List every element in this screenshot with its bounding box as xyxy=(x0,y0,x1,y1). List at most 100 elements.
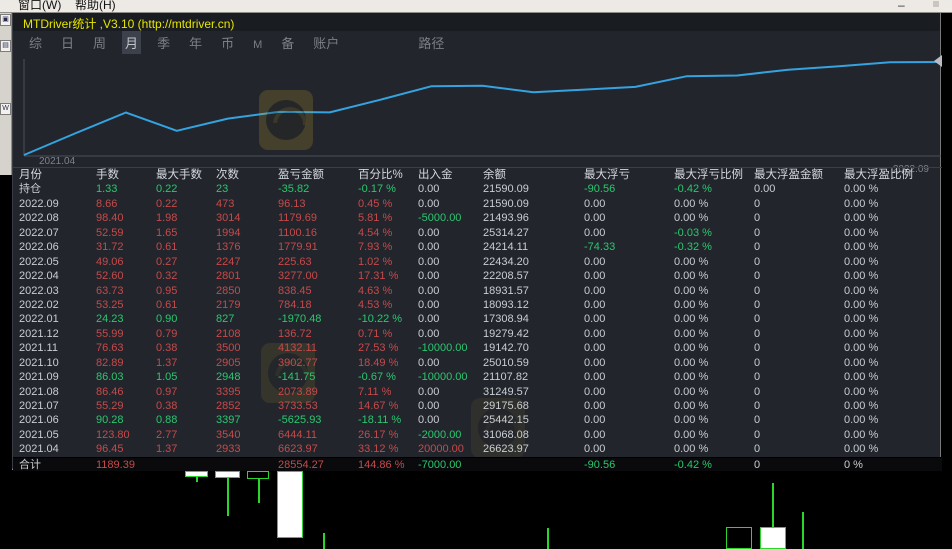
table-cell: 25010.59 xyxy=(483,356,529,369)
table-row[interactable]: 2021.06 90.28 0.88 3397 -5625.93 -18.11 % 0.00… xyxy=(13,413,942,427)
table-cell: 0.00 xyxy=(584,371,606,384)
table-cell: 1.05 xyxy=(156,371,178,384)
table-cell: 473 xyxy=(216,197,235,210)
table-cell: 0.00 xyxy=(418,241,440,254)
table-cell: 0.00 xyxy=(584,400,606,412)
window-control-icon[interactable] xyxy=(933,1,939,7)
table-cell: 24.23 xyxy=(96,313,124,326)
total-row[interactable]: 合计 1189.39 28554.27 144.86 % -7000.00 -90.56 -… xyxy=(13,456,942,472)
table-cell: 827 xyxy=(216,313,235,326)
tab-季[interactable]: 季 xyxy=(154,31,173,54)
tab-备[interactable]: 备 xyxy=(278,31,297,54)
table-cell: 2852 xyxy=(216,400,241,412)
table-cell: -90.56 xyxy=(584,458,616,471)
table-cell: 2022.07 xyxy=(19,226,59,239)
table-cell: -0.42 % xyxy=(674,458,712,471)
table-row[interactable]: 2022.01 24.23 0.90 827 -1970.48 -10.22 % 0.00 1… xyxy=(13,312,942,326)
table-cell: 0 xyxy=(754,284,761,297)
table-row[interactable]: 2021.09 86.03 1.05 2948 -141.75 -0.67 % -10000… xyxy=(13,370,942,384)
table-row[interactable]: 2022.09 8.66 0.22 473 96.13 0.45 % 0.00 21590.0… xyxy=(13,197,942,211)
table-row[interactable]: 2022.07 52.59 1.65 1994 1100.16 4.54 % 0.00 253… xyxy=(13,226,942,240)
table-row[interactable]: 2021.05 123.80 2.77 3540 6444.11 26.17 % -2000… xyxy=(13,428,942,442)
table-cell: 0.00 % xyxy=(674,414,709,427)
table-cell: 0.00 xyxy=(584,356,606,369)
table-cell: 784.18 xyxy=(278,298,312,311)
table-cell: 2948 xyxy=(216,371,241,384)
x-axis-label-start: 2021.04 xyxy=(39,156,76,167)
table-cell: 1779.91 xyxy=(278,241,318,254)
tab-综[interactable]: 综 xyxy=(26,31,45,54)
table-row[interactable]: 2022.08 98.40 1.98 3014 1179.69 5.81 % -5000.0… xyxy=(13,211,942,225)
menu-item-help[interactable]: 帮助(H) xyxy=(75,0,116,12)
table-row[interactable]: 2022.05 49.06 0.27 2247 225.63 1.02 % 0.00 2243… xyxy=(13,255,942,269)
table-row[interactable]: 2022.03 63.73 0.95 2850 838.45 4.63 % 0.00 1893… xyxy=(13,284,942,298)
candle-wick xyxy=(227,478,229,516)
table-cell: 0.00 xyxy=(418,356,440,369)
tab-周[interactable]: 周 xyxy=(90,31,109,54)
table-cell: 0.22 xyxy=(156,197,178,210)
table-cell: 1.37 xyxy=(156,443,178,456)
table-cell: 52.59 xyxy=(96,226,124,239)
header-cell: 最大浮亏比例 xyxy=(674,169,743,181)
tab-日[interactable]: 日 xyxy=(58,31,77,54)
table-row[interactable]: 持仓 1.33 0.22 23 -35.82 -0.17 % 0.00 21590.09 -90… xyxy=(13,182,942,196)
dock-icon[interactable]: ▤ xyxy=(0,40,11,52)
table-cell: 0.27 xyxy=(156,255,178,268)
menu-item-window[interactable]: 窗口(W) xyxy=(18,0,61,12)
path-label[interactable]: 路径 xyxy=(418,33,444,52)
table-cell: 2021.11 xyxy=(19,342,58,355)
table-cell: 17308.94 xyxy=(483,313,529,326)
dock-icon[interactable]: W xyxy=(0,103,11,115)
scroll-arrow-icon[interactable] xyxy=(934,55,942,67)
table-cell: 0.00 % xyxy=(844,183,879,196)
table-cell: 0.00 % xyxy=(674,356,709,369)
table-cell: 2021.05 xyxy=(19,428,59,441)
table-row[interactable]: 2021.12 55.99 0.79 2108 136.72 0.71 % 0.00 1927… xyxy=(13,327,942,341)
table-cell: 0.00 xyxy=(418,400,440,412)
table-row[interactable]: 2022.06 31.72 0.61 1376 1779.91 7.93 % 0.00 242… xyxy=(13,240,942,254)
table-row[interactable]: 2021.04 96.45 1.37 2933 6623.97 33.12 % 20000.… xyxy=(13,442,942,456)
table-cell: 4.63 % xyxy=(358,284,393,297)
tab-年[interactable]: 年 xyxy=(186,31,205,54)
tab-账户[interactable]: 账户 xyxy=(310,31,342,54)
header-cell: 出入金 xyxy=(418,169,453,181)
table-cell: 0 xyxy=(754,356,761,369)
table-cell: -2000.00 xyxy=(418,428,462,441)
table-cell: 0.00 xyxy=(418,284,440,297)
table-cell: 0 xyxy=(754,197,761,210)
table-cell: 2247 xyxy=(216,255,241,268)
table-row[interactable]: 2021.10 82.89 1.37 2905 3902.77 18.49 % 0.00 25… xyxy=(13,356,942,370)
table-row[interactable]: 2021.08 86.46 0.97 3395 2073.89 7.11 % 0.00 312… xyxy=(13,385,942,399)
table-cell: -0.17 % xyxy=(358,183,396,196)
table-cell: 4.54 % xyxy=(358,226,393,239)
table-cell: 0.00 xyxy=(418,313,440,326)
table-cell: 2021.04 xyxy=(19,443,59,456)
table-cell: 2021.09 xyxy=(19,371,59,384)
table-row[interactable]: 2022.02 53.25 0.61 2179 784.18 4.53 % 0.00 1809… xyxy=(13,298,942,312)
window-title-bar[interactable]: MTDriver统计 ,V3.10 (http://mtdriver.cn) xyxy=(13,13,940,31)
table-cell: 0.00 xyxy=(418,327,440,340)
table-row[interactable]: 2021.07 55.29 0.38 2852 3733.53 14.67 % 0.00 29… xyxy=(13,399,942,413)
table-cell: 0 xyxy=(754,458,761,471)
table-cell: 18931.57 xyxy=(483,284,529,297)
table-cell: 55.29 xyxy=(96,400,124,412)
minimize-button[interactable]: – xyxy=(898,0,905,12)
window-title: MTDriver统计 ,V3.10 (http://mtdriver.cn) xyxy=(23,17,235,31)
table-cell: 90.28 xyxy=(96,414,124,427)
table-cell: 25442.15 xyxy=(483,414,529,427)
candlestick xyxy=(247,471,269,479)
table-row[interactable]: 2022.04 52.60 0.32 2801 3277.00 17.31 % 0.00 22… xyxy=(13,269,942,283)
tab-月[interactable]: 月 xyxy=(122,31,142,54)
dock-icon[interactable]: ▣ xyxy=(0,14,11,26)
table-row[interactable]: 2021.11 76.63 0.38 3500 4132.11 27.53 % -10000… xyxy=(13,341,942,355)
table-cell: 2021.07 xyxy=(19,400,59,412)
candle-wick xyxy=(323,533,325,549)
dock-strip: ▣ ▤ W xyxy=(0,13,12,175)
table-cell: 0.00 % xyxy=(844,327,879,340)
tab-M[interactable]: M xyxy=(250,37,265,53)
table-cell: 21107.82 xyxy=(483,371,529,384)
tab-币[interactable]: 币 xyxy=(218,31,237,54)
table-cell: 144.86 % xyxy=(358,458,405,471)
table-cell: 52.60 xyxy=(96,270,124,283)
table-cell: 0.00 xyxy=(584,327,606,340)
